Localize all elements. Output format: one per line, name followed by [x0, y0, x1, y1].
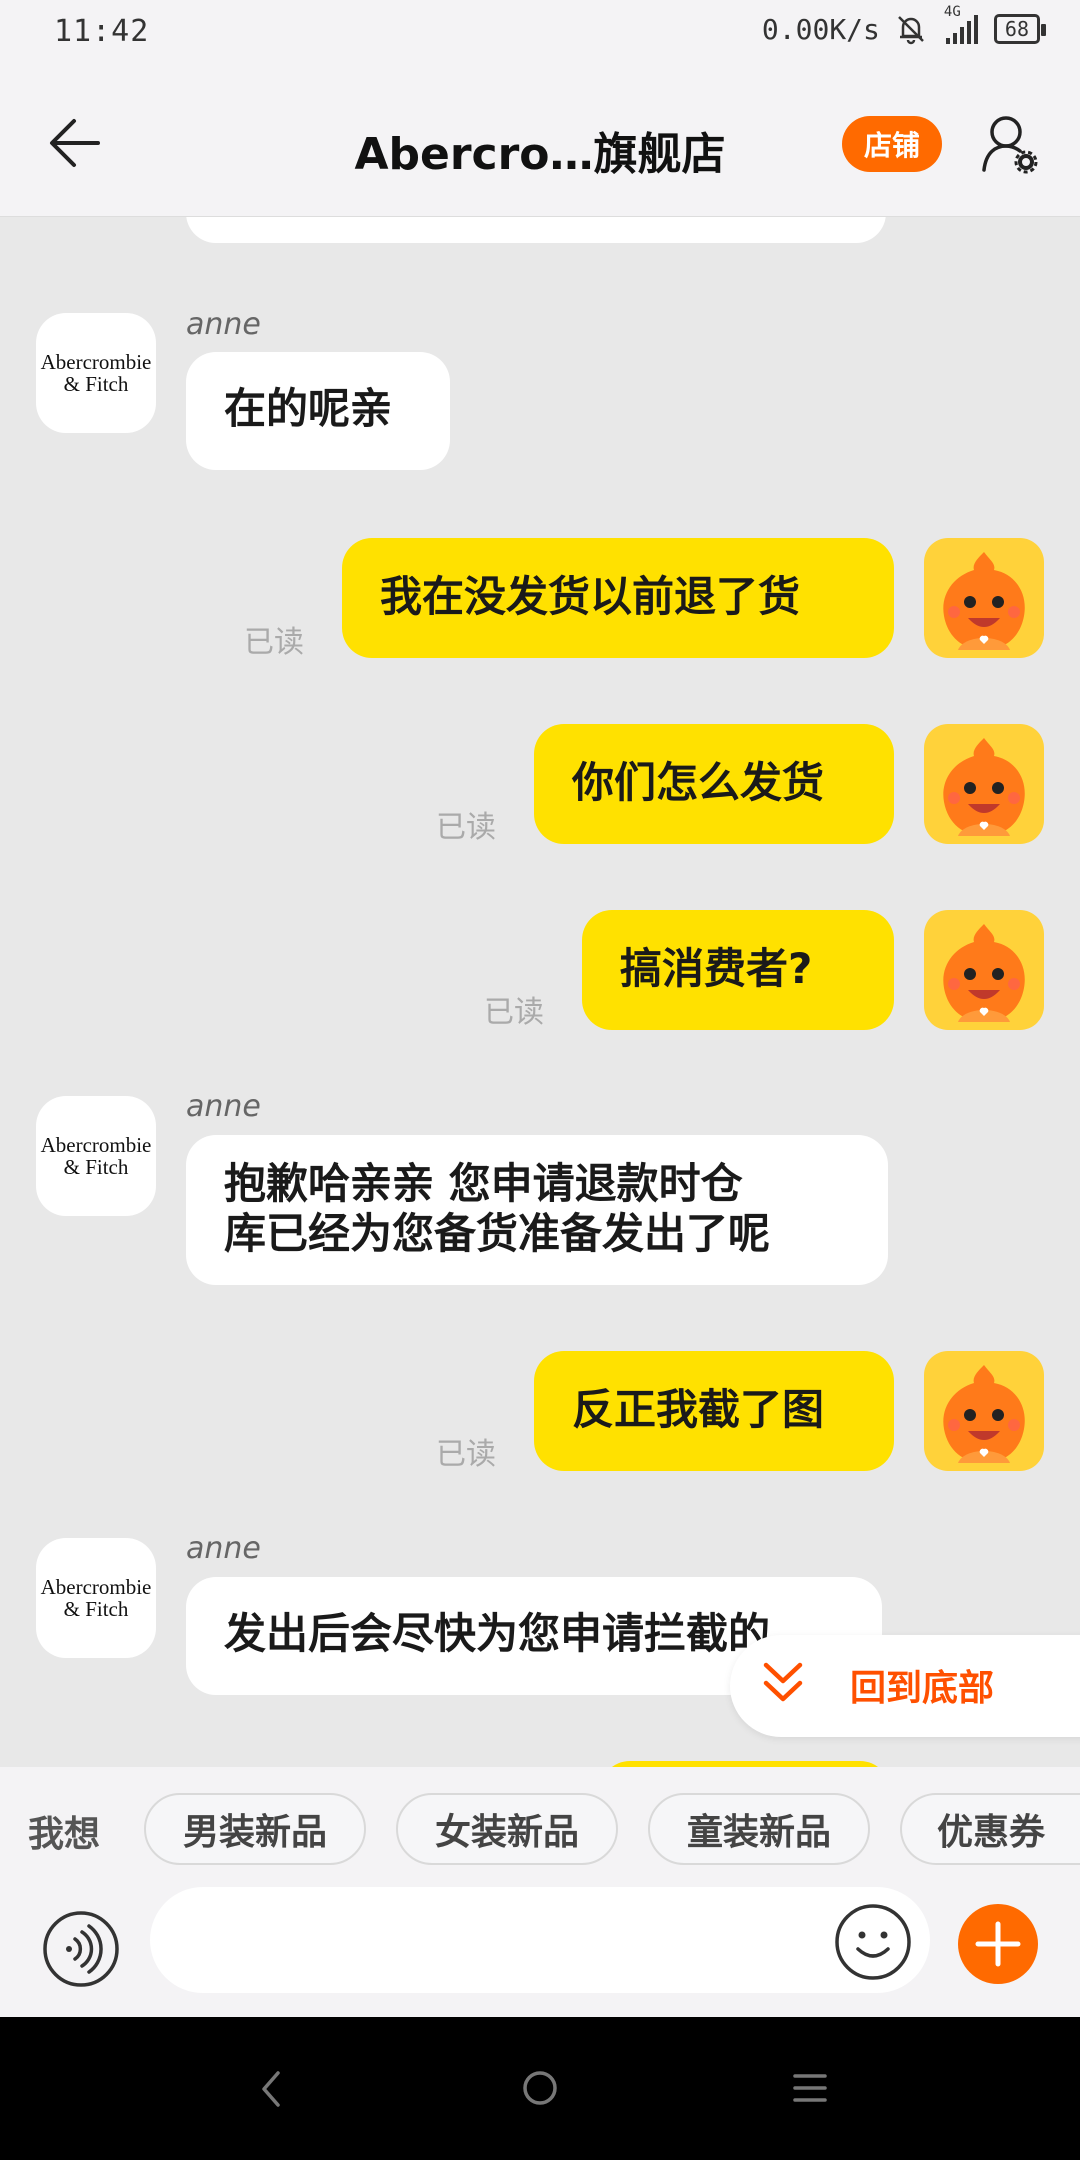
message-text: 发出后会尽快为您申请拦截的 [224, 1609, 771, 1658]
avatar-logo-line2: & Fitch [63, 372, 129, 396]
mascot-icon [943, 552, 1025, 650]
incoming-message-bubble[interactable]: 在的呢亲 [186, 352, 450, 470]
user-avatar[interactable] [924, 724, 1044, 844]
quick-suggestion-bar: 我想 男装新品 女装新品 童装新品 优惠券 [0, 1767, 1080, 1887]
message-text: 你们怎么发货 [572, 758, 825, 807]
outgoing-message-bubble[interactable]: 搞消费者? [582, 910, 894, 1030]
voice-input-icon[interactable] [42, 1910, 120, 1988]
quick-bar-label: 我想 [28, 1814, 101, 1855]
plus-icon [975, 1921, 1021, 1967]
mute-bell-icon [898, 16, 924, 45]
scroll-to-bottom-label: 回到底部 [850, 1668, 995, 1709]
status-time: 11:42 [54, 14, 150, 49]
system-navigation-bar [0, 2017, 1080, 2160]
signal-icon: 4G [942, 4, 980, 46]
shop-avatar[interactable]: Abercrombie & Fitch [36, 313, 156, 433]
avatar-logo-line2: & Fitch [63, 1597, 129, 1621]
mascot-icon [943, 1365, 1025, 1463]
sender-name: anne [186, 1531, 261, 1566]
message-input[interactable] [150, 1887, 930, 1993]
chip-kids-new[interactable]: 童装新品 [648, 1793, 870, 1865]
avatar-logo-line1: Abercrombie [40, 1575, 152, 1599]
message-text: 在的呢亲 [224, 384, 393, 433]
nav-back-icon[interactable] [256, 2067, 286, 2111]
sender-name: anne [186, 1089, 261, 1124]
nav-home-icon[interactable] [520, 2068, 560, 2108]
avatar-logo-line1: Abercrombie [40, 350, 152, 374]
read-receipt: 已读 [436, 810, 496, 845]
chat-header: Abercro…旗舰店 店铺 [0, 70, 1080, 217]
double-chevron-down-icon [763, 1662, 803, 1702]
outgoing-message-bubble[interactable]: 你们怎么发货 [534, 724, 894, 844]
message-text-line1: 抱歉哈亲亲 您申请退款时仓 [224, 1159, 743, 1208]
shop-avatar[interactable]: Abercrombie & Fitch [36, 1096, 156, 1216]
outgoing-message-bubble[interactable]: 反正我截了图 [534, 1351, 894, 1471]
user-avatar[interactable] [924, 538, 1044, 658]
previous-message-bubble [186, 217, 886, 243]
message-input-bar [0, 1887, 1080, 2017]
mascot-icon [943, 738, 1025, 836]
outgoing-message-bubble[interactable]: 我在没发货以前退了货 [342, 538, 894, 658]
emoji-icon[interactable] [834, 1903, 912, 1981]
shop-button[interactable]: 店铺 [842, 116, 942, 172]
network-speed: 0.00K/s [761, 12, 880, 46]
incoming-message-bubble[interactable]: 抱歉哈亲亲 您申请退款时仓 库已经为您备货准备发出了呢 [186, 1135, 888, 1285]
avatar-logo-line2: & Fitch [63, 1155, 129, 1179]
message-text-line2: 库已经为您备货准备发出了呢 [224, 1209, 771, 1258]
user-avatar[interactable] [924, 1351, 1044, 1471]
chip-mens-new[interactable]: 男装新品 [144, 1793, 366, 1865]
avatar-logo-line1: Abercrombie [40, 1133, 152, 1157]
read-receipt: 已读 [436, 1437, 496, 1472]
user-avatar[interactable] [924, 910, 1044, 1030]
chip-coupon[interactable]: 优惠券 [900, 1793, 1080, 1865]
battery-indicator: 68 [993, 14, 1047, 44]
nav-menu-icon[interactable] [792, 2070, 828, 2106]
chip-womens-new[interactable]: 女装新品 [396, 1793, 618, 1865]
mascot-icon [943, 924, 1025, 1022]
status-bar: 11:42 0.00K/s 4G 68 [0, 0, 1080, 70]
message-text: 我在没发货以前退了货 [380, 572, 801, 621]
message-text: 反正我截了图 [572, 1385, 825, 1434]
read-receipt: 已读 [244, 625, 304, 660]
chat-message-list[interactable]: Abercrombie & Fitch anne 在的呢亲 已读 我在没发货以前… [0, 217, 1080, 1767]
add-attachment-button[interactable] [958, 1904, 1038, 1984]
read-receipt: 已读 [484, 995, 544, 1030]
message-text: 搞消费者? [620, 944, 813, 993]
shop-avatar[interactable]: Abercrombie & Fitch [36, 1538, 156, 1658]
scroll-to-bottom-button[interactable]: 回到底部 [730, 1635, 1080, 1737]
sender-name: anne [186, 307, 261, 342]
user-settings-icon[interactable] [980, 112, 1040, 176]
